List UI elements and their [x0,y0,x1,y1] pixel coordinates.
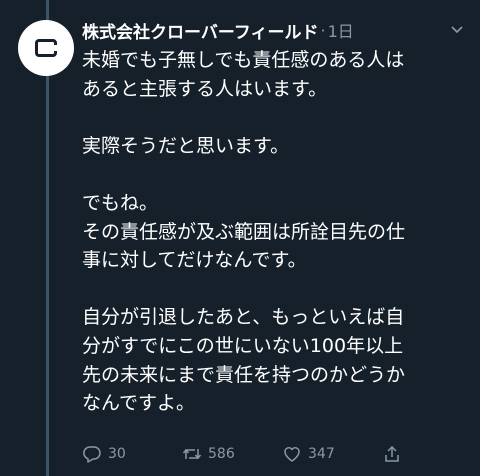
tweet-line: 事に対してだけなんです。 [82,249,307,272]
display-name[interactable]: 株式会社クローバーフィールド [82,18,318,43]
separator: · [320,20,326,40]
timestamp[interactable]: 1日 [328,18,354,42]
avatar[interactable] [18,20,74,76]
tweet-line: 実際そうだと思います。 [82,134,290,157]
retweet-count: 586 [208,446,235,462]
tweet-line [82,275,466,304]
tweet-line [82,103,466,132]
tweet-line: なんですよ。 [82,392,196,415]
tweet-text: 未婚でも子無しでも責任感のある人は あると主張する人はいます。 実際そうだと思い… [82,46,466,418]
reply-count: 30 [108,446,126,462]
tweet-line: あると主張する人はいます。 [82,77,328,100]
logo-icon [35,39,57,57]
retweet-button[interactable]: 586 [182,440,235,468]
retweet-icon [182,448,202,460]
tweet-line [82,160,466,189]
tweet-line: その責任感が及ぶ範囲は所詮目先の仕 [82,220,406,243]
tweet-line: でもね。 [82,191,159,214]
tweet-line: 自分が引退したあと、もっといえば自 [82,306,405,329]
tweet-line: 未婚でも子無しでも責任感のある人は [82,49,405,71]
tweet-line: 先の未来にまで責任を持つのかどうか [82,363,406,386]
share-button[interactable] [382,440,408,468]
tweet-line: 分がすでにこの世にいない100年以上 [82,334,404,357]
chevron-down-icon[interactable] [450,22,464,36]
reply-button[interactable]: 30 [82,440,126,468]
heart-icon [284,447,300,462]
reply-icon [83,446,101,463]
like-count: 347 [308,446,335,462]
tweet-actions: 30 586 347 [82,440,462,468]
share-icon [385,445,399,462]
tweet-header: 株式会社クローバーフィールド · 1日 [82,17,464,43]
like-button[interactable]: 347 [282,440,335,468]
